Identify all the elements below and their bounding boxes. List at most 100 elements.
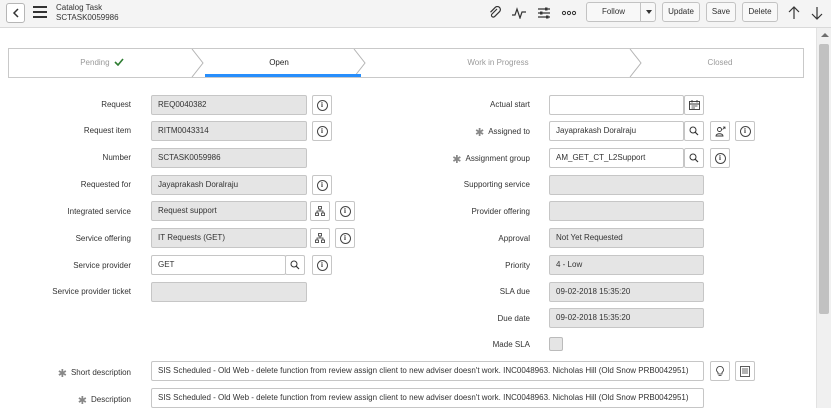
- priority-label: Priority: [505, 261, 530, 270]
- integrated-service-label: Integrated service: [67, 207, 131, 216]
- service-offering-label: Service offering: [75, 234, 131, 243]
- requested-for-label: Requested for: [80, 180, 131, 189]
- stage-label: Pending: [80, 58, 110, 67]
- made-sla-checkbox[interactable]: [549, 337, 563, 351]
- hamburger-icon[interactable]: [33, 6, 47, 19]
- lightbulb-icon: [716, 365, 724, 376]
- description-field[interactable]: SIS Scheduled - Old Web - delete functio…: [151, 388, 704, 408]
- actual-start-field[interactable]: [549, 95, 684, 115]
- supporting-service-label: Supporting service: [463, 180, 530, 189]
- description-label-text: Description: [90, 395, 131, 404]
- assign-to-me-button[interactable]: [710, 121, 730, 141]
- scrollbar[interactable]: [816, 28, 831, 408]
- stage-divider: [191, 49, 204, 77]
- chevron-down-icon[interactable]: [646, 10, 652, 14]
- short-description-label-text: Short description: [70, 368, 131, 377]
- number-field[interactable]: SCTASK0059986: [151, 148, 307, 168]
- arrow-up-icon[interactable]: [785, 4, 803, 22]
- paperclip-icon[interactable]: [486, 4, 504, 22]
- info-icon: i: [316, 125, 328, 137]
- description-label: ✱ Description: [78, 394, 131, 407]
- requested-for-field[interactable]: Jayaprakash Doralraju: [151, 175, 307, 195]
- assignment-group-info-button[interactable]: i: [710, 148, 730, 168]
- ellipsis-icon[interactable]: [560, 4, 578, 22]
- stage-pending: Pending: [9, 49, 195, 77]
- request-field[interactable]: REQ0040382: [151, 95, 307, 115]
- service-offering-info-button[interactable]: i: [335, 228, 355, 248]
- search-icon: [689, 153, 699, 163]
- service-provider-ticket-label: Service provider ticket: [52, 287, 131, 296]
- due-date-field[interactable]: 09-02-2018 15:35:20: [549, 308, 704, 328]
- info-icon: i: [316, 99, 328, 111]
- scroll-up-icon[interactable]: [821, 33, 829, 37]
- required-asterisk-icon: ✱: [452, 154, 462, 166]
- required-asterisk-icon: ✱: [77, 395, 87, 407]
- stage-divider: [353, 49, 366, 77]
- request-item-field[interactable]: RITM0043314: [151, 121, 307, 141]
- required-asterisk-icon: ✱: [57, 368, 67, 380]
- save-button[interactable]: Save: [706, 2, 736, 22]
- actual-start-label: Actual start: [489, 100, 530, 109]
- request-item-label: Request item: [83, 126, 131, 135]
- assignment-group-label: ✱ Assignment group: [452, 153, 530, 166]
- service-provider-field[interactable]: GET: [151, 255, 286, 275]
- short-description-field[interactable]: SIS Scheduled - Old Web - delete functio…: [151, 361, 704, 381]
- integrated-service-hierarchy-button[interactable]: [310, 201, 330, 221]
- request-label: Request: [101, 100, 131, 109]
- calendar-icon: [688, 100, 700, 110]
- info-icon: i: [339, 205, 351, 217]
- assigned-to-field[interactable]: Jayaprakash Doralraju: [549, 121, 684, 141]
- arrow-down-icon[interactable]: [808, 4, 826, 22]
- assignment-group-lookup-button[interactable]: [684, 148, 704, 168]
- delete-button[interactable]: Delete: [742, 2, 778, 22]
- form-header: Catalog Task SCTASK0059986 Follow Update…: [0, 0, 831, 28]
- integrated-service-info-button[interactable]: i: [335, 201, 355, 221]
- back-button[interactable]: [6, 3, 25, 23]
- book-icon: [740, 365, 750, 377]
- assigned-to-info-button[interactable]: i: [735, 121, 755, 141]
- pulse-icon[interactable]: [510, 4, 528, 22]
- hierarchy-icon: [315, 206, 325, 216]
- search-icon: [290, 260, 300, 270]
- service-provider-label: Service provider: [73, 261, 131, 270]
- chevron-left-icon: [12, 8, 19, 18]
- number-label: Number: [102, 153, 131, 162]
- stage-work-in-progress: Work in Progress: [467, 58, 529, 67]
- stage-open: Open: [269, 58, 289, 67]
- calendar-button[interactable]: [684, 95, 704, 115]
- checkmark-icon: [114, 58, 124, 67]
- assignment-group-field[interactable]: AM_GET_CT_L2Support: [549, 148, 684, 168]
- follow-button[interactable]: Follow: [586, 2, 656, 22]
- service-provider-lookup-button[interactable]: [285, 255, 305, 275]
- scroll-thumb[interactable]: [819, 44, 829, 314]
- service-offering-field[interactable]: IT Requests (GET): [151, 228, 307, 248]
- service-provider-info-button[interactable]: i: [312, 255, 332, 275]
- supporting-service-field[interactable]: [549, 175, 704, 195]
- approval-field[interactable]: Not Yet Requested: [549, 228, 704, 248]
- requested-for-info-button[interactable]: i: [312, 175, 332, 195]
- integrated-service-field[interactable]: Request support: [151, 201, 307, 221]
- sliders-icon[interactable]: [535, 4, 553, 22]
- form-title: Catalog Task SCTASK0059986: [56, 3, 119, 23]
- update-button[interactable]: Update: [662, 2, 700, 22]
- service-offering-hierarchy-button[interactable]: [310, 228, 330, 248]
- assigned-to-lookup-button[interactable]: [684, 121, 704, 141]
- request-item-info-button[interactable]: i: [312, 121, 332, 141]
- record-type-title: Catalog Task: [56, 3, 103, 12]
- assigned-to-label-text: Assigned to: [488, 127, 530, 136]
- assigned-to-label: ✱ Assigned to: [475, 126, 530, 139]
- suggestion-button[interactable]: [710, 361, 730, 381]
- info-icon: i: [316, 179, 328, 191]
- knowledge-button[interactable]: [735, 361, 755, 381]
- info-icon: i: [714, 152, 726, 164]
- stage-closed: Closed: [707, 58, 733, 67]
- provider-offering-field[interactable]: [549, 201, 704, 221]
- process-flow: Pending Open Work in Progress Closed: [8, 48, 804, 78]
- priority-field[interactable]: 4 - Low: [549, 255, 704, 275]
- made-sla-label: Made SLA: [492, 340, 530, 349]
- record-number: SCTASK0059986: [56, 13, 119, 22]
- sla-due-field[interactable]: 09-02-2018 15:35:20: [549, 282, 704, 302]
- stage-divider: [629, 49, 642, 77]
- request-info-button[interactable]: i: [312, 95, 332, 115]
- service-provider-ticket-field[interactable]: [151, 282, 307, 302]
